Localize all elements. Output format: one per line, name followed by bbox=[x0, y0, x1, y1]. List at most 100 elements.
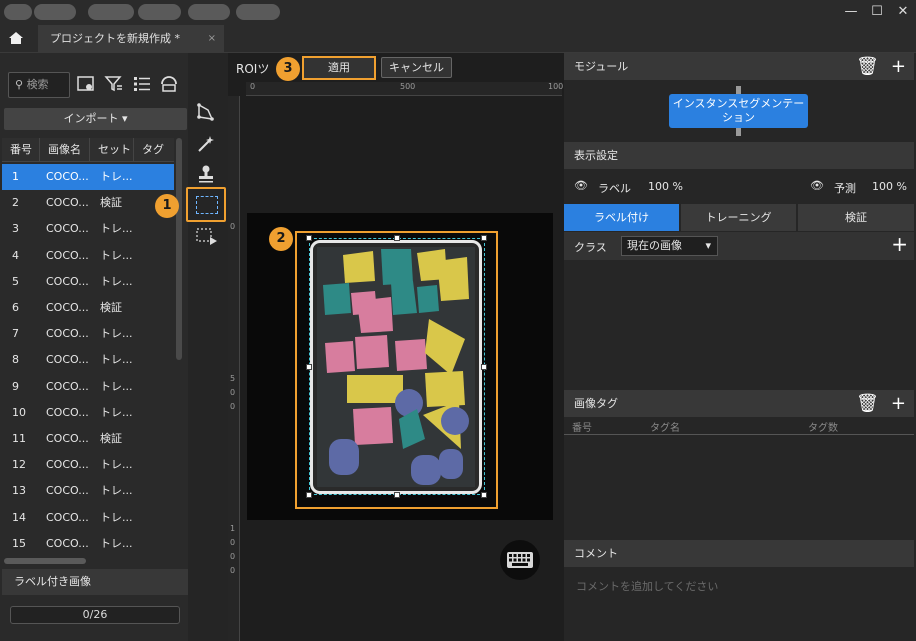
table-cell-set: トレ... bbox=[100, 274, 133, 288]
eye-icon[interactable]: 👁 bbox=[810, 179, 824, 192]
ruler-tick: 100 bbox=[548, 82, 564, 91]
table-row[interactable]: 9 COCO... トレ... bbox=[2, 374, 174, 400]
labeled-images-header: ラベル付き画像 bbox=[2, 569, 188, 595]
menu-help[interactable] bbox=[188, 4, 230, 20]
predict-toggle[interactable]: 予測 bbox=[834, 180, 856, 196]
tab-validation[interactable]: 検証 bbox=[798, 204, 914, 231]
menu-file[interactable] bbox=[4, 4, 32, 20]
menu-tools[interactable] bbox=[138, 4, 181, 20]
display-settings-row: 👁 ラベル 100 % 👁 予測 100 % bbox=[564, 175, 914, 199]
ruler-tick: 0 bbox=[230, 552, 236, 561]
class-select[interactable]: 現在の画像 ▾ bbox=[621, 236, 718, 256]
ruler-tick: 0 bbox=[230, 388, 236, 397]
image-tag-header: 画像タグ 🗑 + bbox=[564, 390, 914, 417]
comment-title: コメント bbox=[574, 547, 618, 560]
tab-project[interactable]: プロジェクトを新規作成 * × bbox=[38, 25, 224, 52]
vertical-scrollbar[interactable] bbox=[176, 138, 182, 360]
class-label: クラス bbox=[574, 241, 607, 254]
table-row[interactable]: 13 COCO... トレ... bbox=[2, 478, 174, 504]
table-cell-name: COCO... bbox=[46, 379, 89, 393]
table-cell-no: 2 bbox=[12, 196, 19, 210]
table-row[interactable]: 8 COCO... トレ... bbox=[2, 347, 174, 373]
maximize-button[interactable]: ☐ bbox=[866, 3, 888, 21]
table-row[interactable]: 2 COCO... 検証 bbox=[2, 190, 174, 216]
table-cell-no: 6 bbox=[12, 301, 19, 314]
column-header-no[interactable]: 番号 bbox=[2, 138, 40, 162]
table-row[interactable]: 14 COCO... トレ... bbox=[2, 505, 174, 531]
tag-column-name: タグ名 bbox=[650, 423, 680, 434]
table-cell-set: トレ... bbox=[100, 222, 133, 236]
eye-icon[interactable]: 👁 bbox=[574, 179, 588, 192]
column-header-tag[interactable]: タグ bbox=[134, 138, 174, 162]
column-header-set[interactable]: セット bbox=[90, 138, 134, 162]
horizontal-scrollbar[interactable] bbox=[4, 558, 86, 564]
table-cell-name: COCO... bbox=[46, 510, 89, 524]
table-cell-no: 13 bbox=[12, 484, 26, 498]
ruler-tick: 0 bbox=[230, 566, 236, 575]
table-cell-name: COCO... bbox=[46, 327, 89, 341]
table-row[interactable]: 1 COCO... トレ... bbox=[2, 164, 174, 190]
trash-icon[interactable]: 🗑 bbox=[856, 393, 879, 414]
menu-view[interactable] bbox=[88, 4, 134, 20]
camera-icon[interactable] bbox=[159, 74, 179, 94]
table-cell-set: トレ... bbox=[100, 405, 133, 419]
tag-table-header: 番号 タグ名 タグ数 bbox=[564, 417, 914, 435]
roi-highlight-frame bbox=[295, 231, 498, 509]
table-cell-no: 10 bbox=[12, 405, 26, 419]
table-cell-name: COCO... bbox=[46, 274, 89, 288]
table-cell-no: 15 bbox=[12, 536, 26, 550]
menu-extra[interactable] bbox=[236, 4, 280, 20]
table-cell-set: トレ... bbox=[100, 458, 133, 472]
table-row[interactable]: 4 COCO... トレ... bbox=[2, 243, 174, 269]
table-row[interactable]: 3 COCO... トレ... bbox=[2, 216, 174, 242]
import-button[interactable]: インポート ▾ bbox=[4, 108, 187, 130]
table-row[interactable]: 12 COCO... トレ... bbox=[2, 452, 174, 478]
menu-edit[interactable] bbox=[34, 4, 76, 20]
table-cell-name: COCO... bbox=[46, 170, 89, 183]
module-header: モジュール 🗑 + bbox=[564, 53, 914, 80]
table-row[interactable]: 11 COCO... 検証 bbox=[2, 426, 174, 452]
stamp-tool-icon[interactable] bbox=[196, 164, 216, 184]
class-select-value: 現在の画像 bbox=[627, 239, 682, 252]
keyboard-shortcut-button[interactable] bbox=[500, 540, 540, 580]
home-icon[interactable] bbox=[8, 31, 30, 49]
add-icon[interactable]: + bbox=[891, 56, 906, 77]
tab-training[interactable]: トレーニング bbox=[681, 204, 796, 231]
search-input[interactable]: ⚲ 検索 bbox=[8, 72, 70, 98]
table-cell-set: トレ... bbox=[100, 327, 133, 341]
polygon-tool-icon[interactable] bbox=[196, 102, 216, 122]
title-bar: — ☐ ✕ bbox=[0, 0, 916, 25]
add-icon[interactable]: + bbox=[891, 393, 906, 414]
image-settings-icon[interactable] bbox=[76, 74, 96, 94]
ruler-tick: 1 bbox=[230, 524, 236, 533]
table-row[interactable]: 5 COCO... トレ... bbox=[2, 269, 174, 295]
module-node-instance-segmentation[interactable]: インスタンスセグメンテーション bbox=[669, 94, 808, 128]
table-cell-no: 8 bbox=[12, 353, 19, 367]
label-toggle[interactable]: ラベル bbox=[598, 180, 631, 196]
comment-input[interactable]: コメントを追加してください bbox=[576, 578, 718, 594]
label-opacity[interactable]: 100 % bbox=[648, 180, 683, 193]
trash-icon[interactable]: 🗑 bbox=[856, 56, 879, 77]
table-cell-no: 14 bbox=[12, 510, 26, 524]
tab-close-icon[interactable]: × bbox=[208, 25, 216, 52]
table-row[interactable]: 15 COCO... トレ... bbox=[2, 531, 174, 557]
filter-icon[interactable] bbox=[104, 74, 124, 94]
tab-labeling[interactable]: ラベル付け bbox=[564, 204, 679, 231]
table-row[interactable]: 10 COCO... トレ... bbox=[2, 400, 174, 426]
magic-wand-icon[interactable] bbox=[196, 134, 216, 154]
table-cell-no: 1 bbox=[12, 170, 19, 183]
list-view-icon[interactable] bbox=[132, 74, 152, 94]
cancel-button[interactable]: キャンセル bbox=[381, 57, 452, 78]
predict-opacity[interactable]: 100 % bbox=[872, 180, 907, 193]
apply-button[interactable]: 適用 bbox=[302, 56, 376, 80]
tag-column-no: 番号 bbox=[572, 423, 592, 434]
roi-play-icon[interactable] bbox=[196, 228, 217, 248]
table-row[interactable]: 6 COCO... 検証 bbox=[2, 295, 174, 321]
table-cell-no: 7 bbox=[12, 327, 19, 341]
minimize-button[interactable]: — bbox=[840, 3, 862, 21]
table-row[interactable]: 7 COCO... トレ... bbox=[2, 321, 174, 347]
close-window-button[interactable]: ✕ bbox=[892, 3, 914, 21]
add-class-icon[interactable]: + bbox=[891, 232, 908, 256]
table-cell-no: 4 bbox=[12, 248, 19, 262]
column-header-name[interactable]: 画像名 bbox=[40, 138, 90, 162]
